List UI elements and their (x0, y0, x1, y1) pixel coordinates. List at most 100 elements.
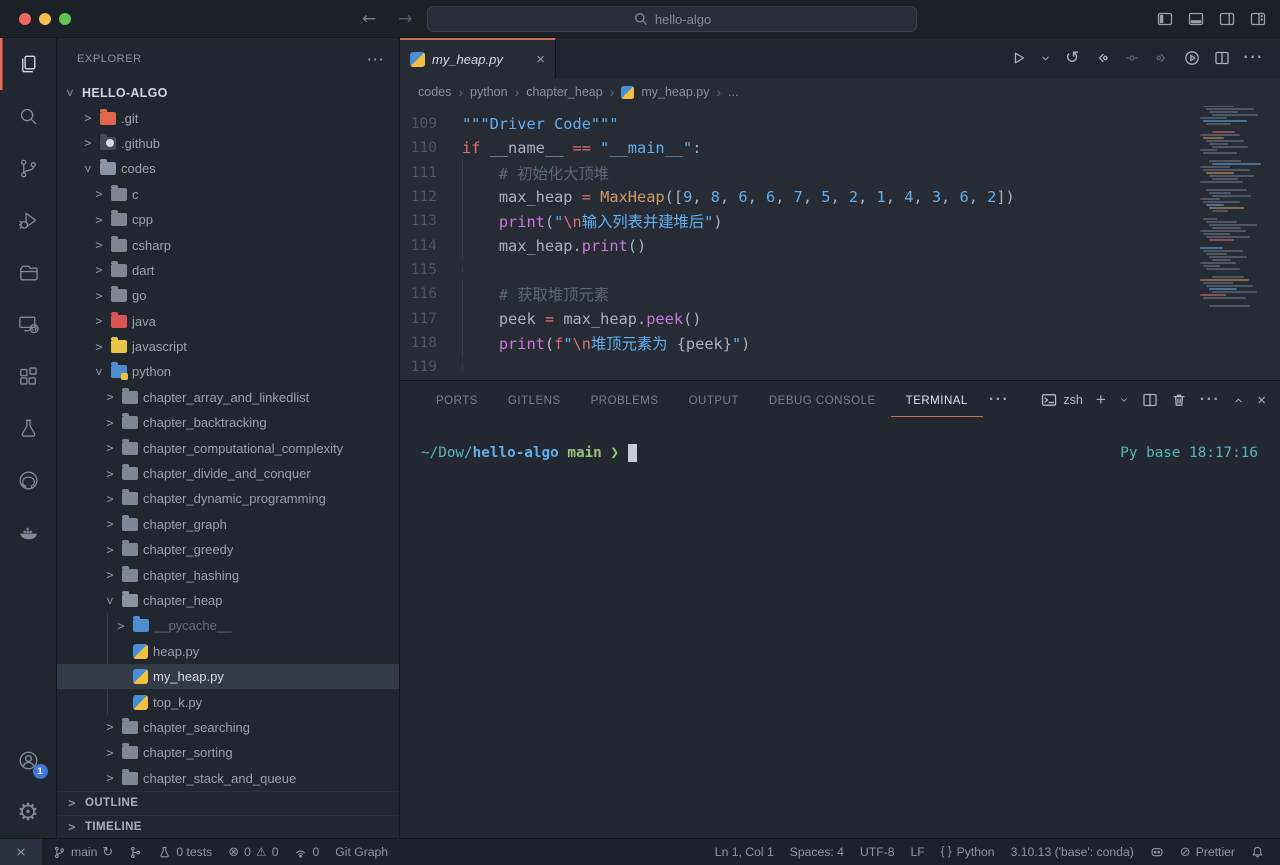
status-copilot[interactable] (1142, 839, 1172, 865)
tree-item-top_k.py[interactable]: top_k.py (57, 689, 399, 714)
go-forward-icon[interactable]: → (398, 9, 412, 29)
tree-item-csharp[interactable]: >csharp (57, 232, 399, 257)
breadcrumb-item[interactable]: python (470, 85, 508, 99)
terminal-dropdown-icon[interactable] (1119, 395, 1129, 405)
breadcrumb-item[interactable]: chapter_heap (526, 85, 602, 99)
code-line-118[interactable]: 118 print(f"\n堆顶元素为 {peek}") (400, 331, 1280, 355)
terminal[interactable]: ~/Dow/hello-algo main ❯Py base 18:17:16 (400, 419, 1280, 838)
maximize-panel-icon[interactable] (1233, 395, 1244, 406)
split-terminal-icon[interactable] (1142, 392, 1158, 408)
code-line-111[interactable]: 111 # 初始化大顶堆 (400, 161, 1280, 185)
extensions-icon[interactable] (0, 350, 57, 402)
tree-item-javascript[interactable]: >javascript (57, 334, 399, 359)
tree-item-chapter_greedy[interactable]: >chapter_greedy (57, 537, 399, 562)
tree-item-.github[interactable]: >.github (57, 131, 399, 156)
terminal-prompt[interactable]: ~/Dow/hello-algo main ❯Py base 18:17:16 (421, 444, 1258, 462)
layout-customize-icon[interactable] (1250, 11, 1266, 27)
layout-sidebar-right-icon[interactable] (1219, 11, 1235, 27)
tree-item-heap.py[interactable]: heap.py (57, 639, 399, 664)
status-remote[interactable] (0, 839, 42, 865)
panel-tab-gitlens[interactable]: GITLENS (493, 384, 576, 417)
status-prettier[interactable]: ⊘Prettier (1172, 839, 1243, 865)
code-line-117[interactable]: 117 peek = max_heap.peek() (400, 306, 1280, 330)
panel-tab-ports[interactable]: PORTS (421, 384, 493, 417)
tree-item-dart[interactable]: >dart (57, 258, 399, 283)
tree-item-chapter_computational_complexity[interactable]: >chapter_computational_complexity (57, 435, 399, 460)
code-line-119[interactable]: 119 (400, 355, 1280, 379)
code-line-109[interactable]: 109"""Driver Code""" (400, 112, 1280, 136)
status-encoding[interactable]: UTF-8 (852, 839, 903, 865)
status-notifications[interactable] (1243, 839, 1272, 865)
go-back-icon[interactable]: ← (362, 9, 376, 29)
run-and-debug-icon[interactable] (0, 194, 57, 246)
tree-item-HELLO-ALGO[interactable]: >HELLO-ALGO (57, 80, 399, 105)
code-line-114[interactable]: 114 max_heap.print() (400, 233, 1280, 257)
status-indentation[interactable]: Spaces: 4 (782, 839, 852, 865)
accounts-icon[interactable]: 1 (0, 734, 57, 786)
project-folders-icon[interactable] (0, 246, 57, 298)
close-tab-icon[interactable]: × (536, 51, 545, 68)
breadcrumb-item[interactable]: codes (418, 85, 451, 99)
close-window-button[interactable] (19, 13, 31, 25)
panel-tab-output[interactable]: OUTPUT (674, 384, 754, 417)
panel-tab-terminal[interactable]: TERMINAL (891, 384, 983, 417)
tree-item-chapter_heap[interactable]: >chapter_heap (57, 588, 399, 613)
zoom-window-button[interactable] (59, 13, 71, 25)
run-dropdown-icon[interactable] (1040, 53, 1051, 64)
tree-item-.git[interactable]: >.git (57, 105, 399, 130)
tree-item-chapter_array_and_linkedlist[interactable]: >chapter_array_and_linkedlist (57, 385, 399, 410)
panel-tab-debug-console[interactable]: DEBUG CONSOLE (754, 384, 891, 417)
close-panel-icon[interactable]: × (1257, 392, 1266, 409)
next-change-icon[interactable] (1154, 50, 1170, 66)
split-editor-icon[interactable] (1214, 50, 1230, 66)
status-eol[interactable]: LF (902, 839, 932, 865)
status-ports[interactable]: 0 (286, 839, 327, 865)
tree-item-go[interactable]: >go (57, 283, 399, 308)
tree-item-cpp[interactable]: >cpp (57, 207, 399, 232)
panel-tab-problems[interactable]: PROBLEMS (576, 384, 674, 417)
kill-terminal-icon[interactable] (1171, 392, 1187, 408)
tree-item-chapter_stack_and_queue[interactable]: >chapter_stack_and_queue (57, 766, 399, 791)
previous-change-icon[interactable] (1094, 50, 1110, 66)
run-interactive-window-icon[interactable] (1184, 50, 1200, 66)
more-actions-icon[interactable]: ··· (1244, 49, 1264, 67)
compare-changes-icon[interactable] (1124, 50, 1140, 66)
docker-icon[interactable] (0, 506, 57, 558)
tree-item-chapter_backtracking[interactable]: >chapter_backtracking (57, 410, 399, 435)
remote-explorer-icon[interactable] (0, 298, 57, 350)
tree-item-__pycache__[interactable]: >__pycache__ (57, 613, 399, 638)
breadcrumb-item[interactable]: my_heap.py (641, 85, 709, 99)
code-line-112[interactable]: 112 max_heap = MaxHeap([9, 8, 6, 6, 7, 5… (400, 185, 1280, 209)
status-problems[interactable]: ⊗0⚠0 (220, 839, 286, 865)
status-language-mode[interactable]: { }Python (933, 839, 1003, 865)
tree-item-c[interactable]: >c (57, 182, 399, 207)
explorer-more-actions-icon[interactable]: ··· (368, 52, 386, 67)
file-history-icon[interactable]: ↺ (1065, 48, 1079, 68)
outline-section[interactable]: > OUTLINE (57, 791, 399, 815)
terminal-shell-item[interactable]: zsh (1041, 392, 1082, 408)
command-center-search[interactable]: hello-algo (427, 6, 917, 32)
settings-gear-icon[interactable]: ⚙ (0, 786, 57, 838)
tree-item-chapter_graph[interactable]: >chapter_graph (57, 512, 399, 537)
tree-item-codes[interactable]: >codes (57, 156, 399, 181)
tree-item-my_heap.py[interactable]: my_heap.py (57, 664, 399, 689)
testing-icon[interactable] (0, 402, 57, 454)
tree-item-chapter_dynamic_programming[interactable]: >chapter_dynamic_programming (57, 486, 399, 511)
new-terminal-icon[interactable]: + (1096, 390, 1106, 410)
tab-my-heap-py[interactable]: my_heap.py × (400, 38, 556, 78)
status-git-graph-label[interactable]: Git Graph (327, 839, 396, 865)
status-python-interpreter[interactable]: 3.10.13 ('base': conda) (1003, 839, 1142, 865)
minimap[interactable] (1200, 106, 1264, 336)
tree-item-chapter_hashing[interactable]: >chapter_hashing (57, 562, 399, 587)
code-line-115[interactable]: 115 (400, 258, 1280, 282)
layout-sidebar-left-icon[interactable] (1157, 11, 1173, 27)
status-tests[interactable]: 0 tests (150, 839, 220, 865)
status-git-graph-action[interactable] (121, 839, 150, 865)
tree-item-java[interactable]: >java (57, 309, 399, 334)
code-line-110[interactable]: 110if __name__ == "__main__": (400, 136, 1280, 160)
github-icon[interactable] (0, 454, 57, 506)
tree-item-chapter_sorting[interactable]: >chapter_sorting (57, 740, 399, 765)
tree-item-chapter_divide_and_conquer[interactable]: >chapter_divide_and_conquer (57, 461, 399, 486)
breadcrumb-item[interactable]: ... (728, 85, 738, 99)
tree-item-python[interactable]: >python (57, 359, 399, 384)
